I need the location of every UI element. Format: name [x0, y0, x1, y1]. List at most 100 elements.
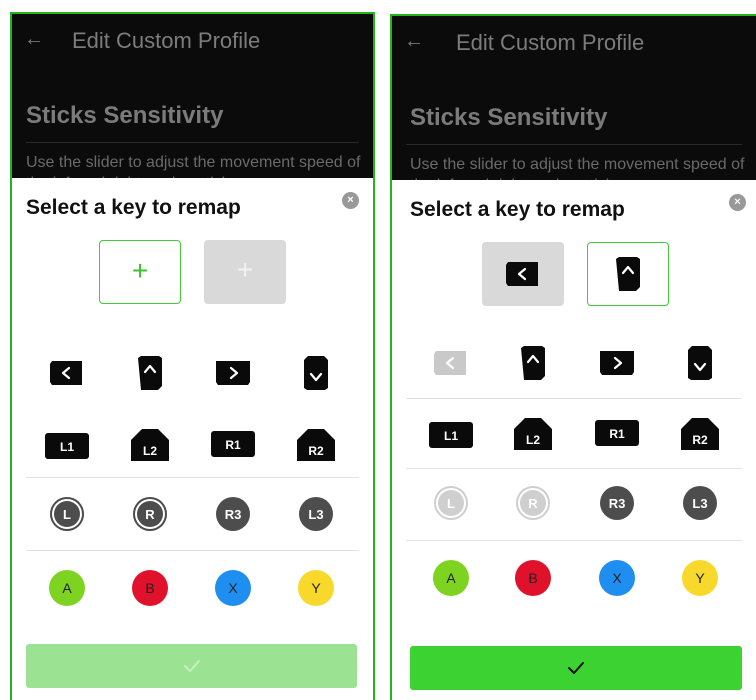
key-left-stick[interactable]: L: [426, 478, 476, 528]
dpad-left-icon: [506, 262, 538, 286]
stick-row: L R R3 L3: [12, 489, 373, 539]
page-title: Edit Custom Profile: [456, 30, 645, 55]
dpad-right-icon: [216, 361, 250, 385]
stick-r3-label: R3: [600, 486, 634, 520]
key-b[interactable]: B: [125, 563, 175, 613]
key-l1[interactable]: L1: [426, 409, 476, 459]
face-y-label: Y: [682, 560, 718, 596]
key-left-stick[interactable]: L: [42, 489, 92, 539]
right-screen: ← Edit Custom Profile Sticks Sensitivity…: [390, 14, 756, 700]
dpad-up-icon: [138, 356, 162, 390]
dpad-up-icon: [521, 346, 545, 380]
r1-label: R1: [225, 438, 241, 452]
dpad-down-icon: [688, 346, 712, 380]
l1-key-shape: L1: [45, 433, 89, 459]
checkmark-icon: [568, 662, 584, 674]
back-arrow-icon[interactable]: ←: [24, 28, 44, 51]
shoulder-row: L1 L2 R1 R2: [392, 409, 756, 459]
dpad-left-icon: [434, 351, 466, 375]
l2-key-shape: L2: [514, 418, 552, 450]
divider: [26, 477, 359, 478]
l1-label: L1: [60, 440, 74, 454]
r1-key-shape: R1: [211, 431, 255, 457]
key-dpad-up[interactable]: [508, 338, 558, 388]
stick-l3-label: L3: [299, 497, 333, 531]
key-r1[interactable]: R1: [592, 409, 642, 459]
divider: [26, 550, 359, 551]
key-x[interactable]: X: [592, 553, 642, 603]
divider: [406, 540, 742, 541]
key-x[interactable]: X: [208, 563, 258, 613]
stick-row: L R R3 L3: [392, 478, 756, 528]
r1-label: R1: [609, 427, 625, 441]
key-dpad-left[interactable]: [42, 348, 92, 398]
divider: [406, 398, 742, 399]
dpad-row: [392, 338, 756, 388]
key-right-stick[interactable]: R: [125, 489, 175, 539]
divider: [406, 144, 742, 145]
r2-key-shape: R2: [297, 429, 335, 461]
face-button-row: A B X Y: [392, 553, 756, 603]
close-icon[interactable]: ×: [729, 194, 746, 211]
back-arrow-icon[interactable]: ←: [404, 30, 424, 53]
l2-key-shape: L2: [131, 429, 169, 461]
r2-label: R2: [692, 433, 708, 447]
r1-key-shape: R1: [595, 420, 639, 446]
page-title: Edit Custom Profile: [72, 28, 261, 53]
divider: [26, 142, 359, 143]
remap-slot-1[interactable]: [482, 242, 564, 306]
key-dpad-down[interactable]: [675, 338, 725, 388]
close-icon[interactable]: ×: [342, 192, 359, 209]
face-x-label: X: [599, 560, 635, 596]
plus-icon: +: [131, 255, 149, 286]
checkmark-icon: [183, 660, 200, 672]
key-dpad-up[interactable]: [125, 348, 175, 398]
key-dpad-down[interactable]: [291, 348, 341, 398]
key-l1[interactable]: L1: [42, 420, 92, 470]
l1-key-shape: L1: [429, 422, 473, 448]
face-b-label: B: [515, 560, 551, 596]
stick-r-label: R: [133, 497, 167, 531]
remap-slot-2[interactable]: [587, 242, 669, 306]
key-a[interactable]: A: [42, 563, 92, 613]
key-r3[interactable]: R3: [592, 478, 642, 528]
face-b-label: B: [132, 570, 168, 606]
l1-label: L1: [444, 429, 458, 443]
confirm-button[interactable]: [410, 646, 742, 690]
left-screen: ← Edit Custom Profile Sticks Sensitivity…: [10, 12, 375, 700]
key-l2[interactable]: L2: [125, 420, 175, 470]
key-right-stick[interactable]: R: [508, 478, 558, 528]
dpad-row: [12, 348, 373, 398]
face-a-label: A: [49, 570, 85, 606]
key-l3[interactable]: L3: [675, 478, 725, 528]
key-r3[interactable]: R3: [208, 489, 258, 539]
key-r2[interactable]: R2: [291, 420, 341, 470]
key-b[interactable]: B: [508, 553, 558, 603]
key-a[interactable]: A: [426, 553, 476, 603]
face-button-row: A B X Y: [12, 563, 373, 613]
shoulder-row: L1 L2 R1 R2: [12, 420, 373, 470]
l2-label: L2: [526, 433, 540, 447]
key-y[interactable]: Y: [675, 553, 725, 603]
remap-sheet: Select a key to remap × L1 L2 R1 R2 L R …: [392, 180, 756, 700]
stick-r3-label: R3: [216, 497, 250, 531]
divider: [406, 468, 742, 469]
face-y-label: Y: [298, 570, 334, 606]
key-dpad-left[interactable]: [426, 338, 476, 388]
key-dpad-right[interactable]: [208, 348, 258, 398]
stick-r-label: R: [516, 486, 550, 520]
key-y[interactable]: Y: [291, 563, 341, 613]
key-l2[interactable]: L2: [508, 409, 558, 459]
key-r2[interactable]: R2: [675, 409, 725, 459]
plus-icon: +: [236, 254, 254, 285]
face-x-label: X: [215, 570, 251, 606]
remap-slot-1[interactable]: +: [99, 240, 181, 304]
sheet-title: Select a key to remap: [410, 198, 625, 221]
l2-label: L2: [143, 444, 157, 458]
key-dpad-right[interactable]: [592, 338, 642, 388]
r2-key-shape: R2: [681, 418, 719, 450]
key-l3[interactable]: L3: [291, 489, 341, 539]
key-r1[interactable]: R1: [208, 420, 258, 470]
remap-slot-2[interactable]: +: [204, 240, 286, 304]
confirm-button[interactable]: [26, 644, 357, 688]
